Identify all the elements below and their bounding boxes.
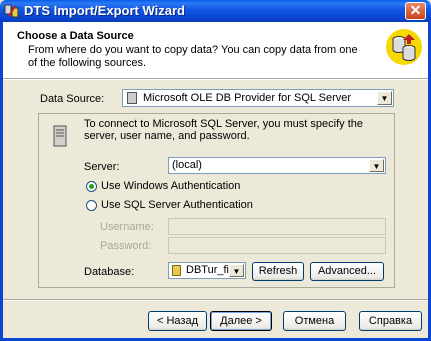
footer-divider <box>3 299 428 301</box>
back-button[interactable]: < Назад <box>148 311 207 331</box>
database-source-icon <box>385 28 423 66</box>
sql-provider-icon <box>127 92 137 104</box>
window-title: DTS Import/Export Wizard <box>24 3 185 18</box>
page-title: Choose a Data Source <box>17 30 134 42</box>
username-field <box>168 218 386 235</box>
sql-auth-label[interactable]: Use SQL Server Authentication <box>101 199 253 211</box>
wizard-app-icon <box>4 3 20 19</box>
server-label: Server: <box>84 161 120 173</box>
next-button[interactable]: Далее > <box>210 311 272 331</box>
sql-auth-radio[interactable] <box>86 200 97 211</box>
data-source-value: Microsoft OLE DB Provider for SQL Server <box>143 92 352 104</box>
header-divider <box>3 78 428 80</box>
password-field <box>168 237 386 254</box>
database-dropdown[interactable]: DBTur_fin ▼ <box>168 262 246 279</box>
chevron-down-icon[interactable]: ▼ <box>369 159 384 172</box>
page-description: From where do you want to copy data? You… <box>28 44 358 69</box>
help-button[interactable]: Справка <box>359 311 422 331</box>
data-source-dropdown[interactable]: Microsoft OLE DB Provider for SQL Server… <box>122 89 394 107</box>
server-value: (local) <box>172 159 202 171</box>
server-icon <box>53 125 67 147</box>
database-value: DBTur_fin <box>186 264 236 276</box>
advanced-button[interactable]: Advanced... <box>310 262 384 281</box>
password-label: Password: <box>100 240 152 252</box>
refresh-button[interactable]: Refresh <box>252 262 304 281</box>
windows-auth-label[interactable]: Use Windows Authentication <box>101 180 240 192</box>
database-icon <box>172 265 181 276</box>
chevron-down-icon[interactable]: ▼ <box>377 91 392 105</box>
connection-info-text: To connect to Microsoft SQL Server, you … <box>84 118 363 142</box>
username-label: Username: <box>100 221 154 233</box>
close-button[interactable]: ✕ <box>405 2 426 20</box>
data-source-label: Data Source: <box>40 93 105 105</box>
server-dropdown[interactable]: (local) ▼ <box>168 157 386 174</box>
windows-auth-radio[interactable] <box>86 181 97 192</box>
chevron-down-icon[interactable]: ▼ <box>229 264 244 277</box>
cancel-button[interactable]: Отмена <box>283 311 346 331</box>
database-label: Database: <box>84 266 135 278</box>
